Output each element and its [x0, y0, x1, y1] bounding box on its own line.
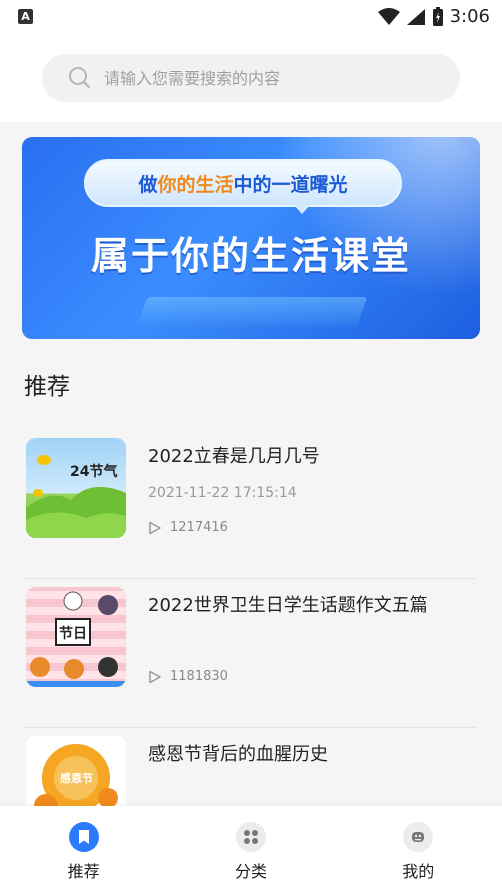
- app-notification-icon: A: [18, 9, 33, 24]
- tab-label: 推荐: [67, 862, 100, 881]
- battery-icon: [432, 6, 443, 26]
- item-thumbnail: 24节气: [26, 438, 126, 538]
- clock: 3:06: [449, 6, 490, 27]
- tab-label: 我的: [402, 862, 435, 881]
- play-icon: [149, 521, 161, 534]
- thumb-text: 节日: [59, 625, 87, 642]
- bottom-tab-bar: 推荐 分类 我的: [0, 806, 502, 890]
- tab-recommend[interactable]: 推荐: [24, 806, 144, 890]
- item-title: 感恩节背后的血腥历史: [148, 744, 328, 765]
- grid-icon: [235, 822, 266, 852]
- search-icon: [69, 67, 90, 88]
- item-thumbnail: 节日: [26, 587, 126, 687]
- item-title: 2022世界卫生日学生话题作文五篇: [148, 595, 428, 616]
- item-views: 1217416: [148, 520, 228, 535]
- status-indicators: 3:06: [377, 6, 490, 27]
- thumb-text: 感恩节: [60, 771, 93, 785]
- festival-illustration: 节日: [26, 591, 126, 687]
- view-count: 1217416: [170, 520, 228, 535]
- solar-terms-illustration: 24节气: [26, 455, 126, 538]
- item-date: 2021-11-22 17:15:14: [148, 485, 297, 501]
- tab-category[interactable]: 分类: [191, 806, 311, 890]
- tagline-pointer: [294, 205, 310, 214]
- list-item[interactable]: 节日 2022世界卫生日学生话题作文五篇 1181830: [24, 579, 476, 728]
- search-bar[interactable]: [42, 54, 460, 102]
- user-icon: [403, 822, 434, 852]
- item-title: 2022立春是几月几号: [148, 446, 320, 467]
- status-bar: A 3:06: [0, 0, 502, 34]
- search-header: [0, 34, 502, 122]
- banner-title: 属于你的生活课堂: [90, 234, 411, 278]
- promo-banner[interactable]: 做你的生活 中的一道曙光 属于你的生活课堂: [22, 137, 480, 339]
- item-views: 1181830: [148, 669, 228, 684]
- banner-tagline: 做你的生活 中的一道曙光: [84, 159, 402, 207]
- tab-mine[interactable]: 我的: [358, 806, 478, 890]
- wifi-icon: [377, 7, 400, 25]
- signal-icon: [406, 8, 425, 25]
- tagline-part: 做: [138, 173, 158, 196]
- bookmark-icon: [68, 822, 99, 852]
- play-icon: [149, 670, 161, 683]
- thumb-text: 24节气: [70, 463, 117, 480]
- banner-platform-graphic: [136, 297, 368, 327]
- tab-label: 分类: [234, 862, 267, 881]
- search-input[interactable]: [104, 68, 424, 88]
- tagline-highlight: 你的生活: [157, 173, 234, 196]
- section-title: 推荐: [24, 374, 70, 400]
- list-item[interactable]: 24节气 2022立春是几月几号 2021-11-22 17:15:14 121…: [24, 430, 476, 579]
- view-count: 1181830: [170, 669, 228, 684]
- tagline-part: 中的一道曙光: [233, 173, 348, 196]
